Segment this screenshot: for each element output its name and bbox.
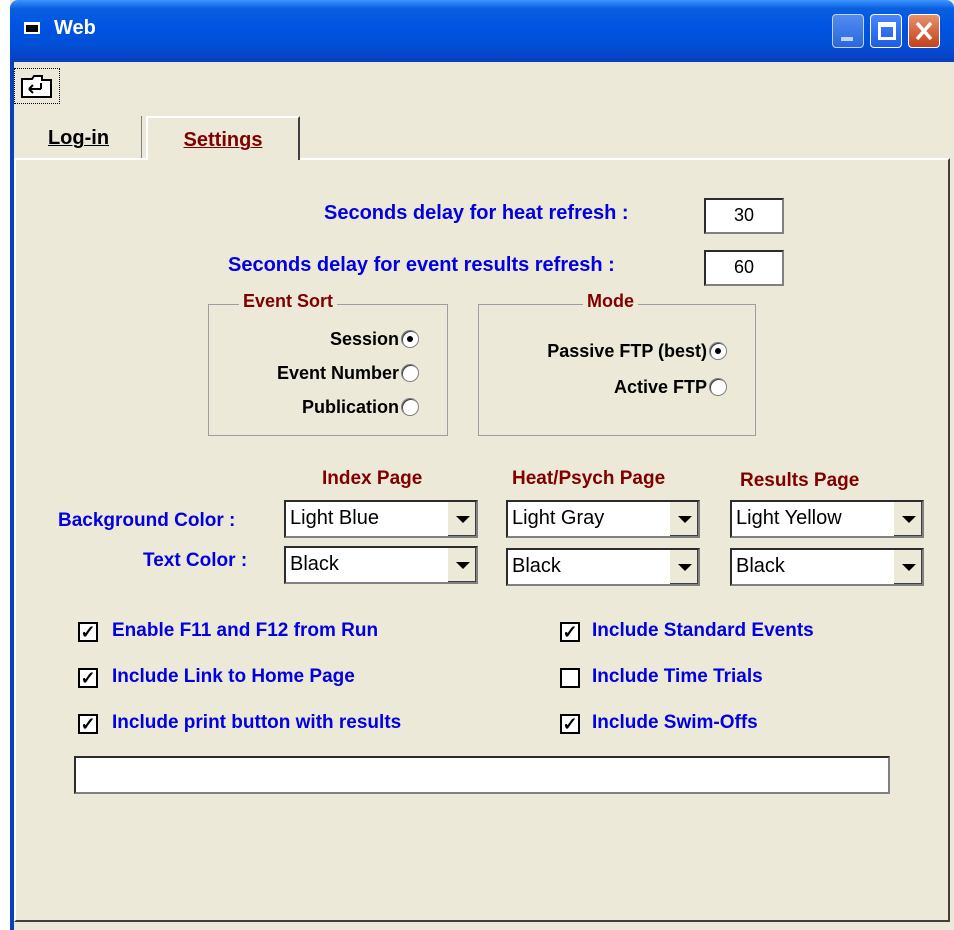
include-home-link-checkbox[interactable]: ✓ <box>78 668 98 688</box>
index-bg-color-select[interactable]: Light Blue <box>284 500 478 538</box>
dropdown-arrow-icon[interactable] <box>446 548 476 582</box>
heat-text-color-value: Black <box>512 555 561 577</box>
enable-f11-f12-checkbox[interactable]: ✓ <box>78 622 98 642</box>
background-color-label: Background Color : <box>58 510 236 531</box>
tab-log-in[interactable]: Log-in <box>16 116 142 160</box>
publication-radio[interactable] <box>401 398 419 416</box>
results-text-color-value: Black <box>736 555 785 577</box>
active-ftp-radio[interactable] <box>709 378 727 396</box>
mode-title: Mode <box>583 291 638 312</box>
dropdown-arrow-icon[interactable] <box>668 502 698 536</box>
text-color-label: Text Color : <box>143 550 248 571</box>
heat-psych-page-header: Heat/Psych Page <box>512 468 666 489</box>
include-time-trials-label: Include Time Trials <box>592 666 763 687</box>
settings-panel: Seconds delay for heat refresh : 30 Seco… <box>14 158 950 922</box>
status-field[interactable] <box>74 756 890 794</box>
include-print-button-checkbox[interactable]: ✓ <box>78 714 98 734</box>
dropdown-arrow-icon[interactable] <box>892 550 922 584</box>
results-page-header: Results Page <box>740 470 860 491</box>
event-number-label: Event Number <box>276 363 399 383</box>
minimize-icon <box>841 37 853 41</box>
close-button[interactable] <box>908 14 940 48</box>
publication-label: Publication <box>301 397 399 417</box>
session-radio[interactable] <box>401 330 419 348</box>
heat-refresh-label: Seconds delay for heat refresh : <box>324 202 629 224</box>
dropdown-arrow-icon[interactable] <box>892 502 922 536</box>
dropdown-arrow-icon[interactable] <box>668 550 698 584</box>
include-home-link-label: Include Link to Home Page <box>112 666 355 687</box>
window: Web Log-in Settings Seconds delay for he… <box>10 0 954 930</box>
title-bar[interactable]: Web <box>10 0 954 62</box>
include-print-button-label: Include print button with results <box>112 712 402 733</box>
heat-refresh-input[interactable]: 30 <box>704 198 784 234</box>
passive-ftp-radio[interactable] <box>709 342 727 360</box>
include-standard-events-label: Include Standard Events <box>592 620 814 641</box>
index-bg-color-value: Light Blue <box>290 507 379 529</box>
dropdown-arrow-icon[interactable] <box>446 502 476 536</box>
minimize-button[interactable] <box>832 14 864 48</box>
folder-up-icon <box>21 75 52 98</box>
tab-label: Log-in <box>47 127 110 149</box>
results-bg-color-select[interactable]: Light Yellow <box>730 500 924 538</box>
heat-bg-color-value: Light Gray <box>512 507 605 529</box>
window-title: Web <box>54 17 96 39</box>
folder-up-button[interactable] <box>14 68 60 104</box>
event-refresh-input[interactable]: 60 <box>704 250 784 286</box>
index-page-header: Index Page <box>322 468 423 489</box>
mode-frame: Mode Passive FTP (best) Active FTP <box>478 291 756 436</box>
enable-f11-f12-label: Enable F11 and F12 from Run <box>112 620 379 641</box>
passive-ftp-label: Passive FTP (best) <box>547 341 707 361</box>
window-icon <box>24 22 40 34</box>
index-text-color-value: Black <box>290 553 339 575</box>
index-text-color-select[interactable]: Black <box>284 546 478 584</box>
event-sort-title: Event Sort <box>239 291 338 312</box>
tab-label: Settings <box>183 129 263 151</box>
active-ftp-label: Active FTP <box>613 377 707 397</box>
include-swim-offs-label: Include Swim-Offs <box>592 712 758 733</box>
maximize-button[interactable] <box>870 14 902 48</box>
event-number-radio[interactable] <box>401 364 419 382</box>
close-icon <box>915 21 933 41</box>
session-label: Session <box>329 329 399 349</box>
results-text-color-select[interactable]: Black <box>730 548 924 586</box>
results-bg-color-value: Light Yellow <box>736 507 842 529</box>
include-standard-events-checkbox[interactable]: ✓ <box>560 622 580 642</box>
include-time-trials-checkbox[interactable] <box>560 668 580 688</box>
tab-settings[interactable]: Settings <box>146 116 300 160</box>
maximize-icon <box>878 22 896 40</box>
heat-bg-color-select[interactable]: Light Gray <box>506 500 700 538</box>
event-refresh-label: Seconds delay for event results refresh … <box>228 254 615 276</box>
heat-text-color-select[interactable]: Black <box>506 548 700 586</box>
event-sort-frame: Event Sort Session Event Number Publicat… <box>208 291 448 436</box>
include-swim-offs-checkbox[interactable]: ✓ <box>560 714 580 734</box>
